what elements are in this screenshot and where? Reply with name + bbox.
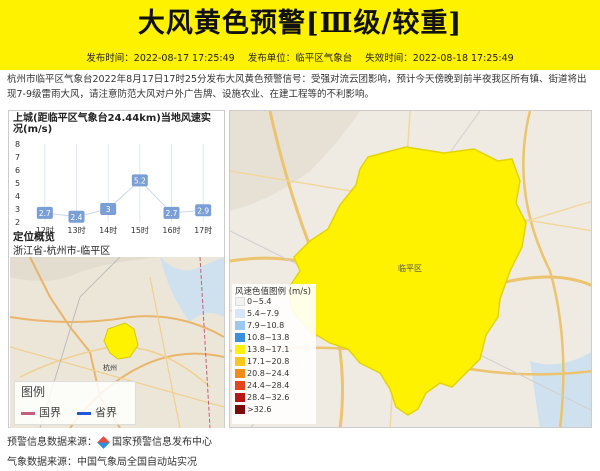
provincial-border-swatch: [77, 411, 91, 415]
left-panel: 上城(距临平区气象台24.44km)当地风速实况(m/s) 2 3 4 5 6 7 8 12时…: [8, 110, 225, 428]
y-tick-label: 7: [15, 153, 20, 162]
overview-map[interactable]: 杭州 图例 国界 省界: [10, 257, 224, 428]
speed-label: 5.4~7.9: [247, 309, 280, 318]
speed-label: 17.1~20.8: [247, 357, 290, 366]
x-tick-label: 17时: [194, 225, 212, 235]
y-tick-label: 4: [15, 192, 20, 201]
speed-swatch: [235, 357, 245, 366]
speed-legend-item: 24.4~28.4: [235, 380, 313, 391]
speed-label: 20.8~24.4: [247, 369, 290, 378]
wind-value-label: 5.2: [134, 176, 146, 185]
speed-legend-item: 10.8~13.8: [235, 332, 313, 343]
issue-time: 发布时间：2022-08-17 17:25:49: [86, 53, 235, 64]
y-tick-label: 6: [15, 166, 20, 175]
warning-meta-row: 发布时间：2022-08-17 17:25:49 发布单位：临平区气象台 失效时…: [0, 48, 600, 70]
warning-source-label: 预警信息数据来源：: [7, 437, 97, 448]
wind-value-label: 2.7: [39, 209, 51, 218]
legend-item-provincial-border: 省界: [77, 406, 117, 420]
speed-swatch: [235, 405, 245, 414]
speed-label: 24.4~28.4: [247, 381, 290, 390]
speed-swatch: [235, 309, 245, 318]
speed-legend-item: 7.9~10.8: [235, 320, 313, 331]
speed-label: 0~5.4: [247, 297, 272, 306]
overview-map-legend: 图例 国界 省界: [14, 381, 136, 425]
wind-chart-title: 上城(距临平区气象台24.44km)当地风速实况(m/s): [13, 113, 211, 135]
speed-label: 13.8~17.1: [247, 345, 290, 354]
wind-value-label: 2.7: [166, 209, 178, 218]
speed-label: 10.8~13.8: [247, 333, 290, 342]
speed-legend-item: >32.6: [235, 404, 313, 415]
speed-swatch: [235, 393, 245, 402]
speed-swatch: [235, 333, 245, 342]
release-center-logo-icon: [97, 435, 110, 449]
speed-legend-item: 0~5.4: [235, 296, 313, 307]
speed-swatch: [235, 345, 245, 354]
speed-label: >32.6: [247, 405, 272, 414]
wind-speed-legend: 风速色值图例 (m/s) 0~5.4 5.4~7.9 7.9~10.8 10.8…: [232, 284, 316, 424]
expire-time: 失效时间：2022-08-18 17:25:49: [365, 53, 514, 64]
overview-legend-title: 图例: [21, 385, 46, 399]
speed-legend-item: 17.1~20.8: [235, 356, 313, 367]
speed-label: 28.4~32.6: [247, 393, 290, 402]
speed-swatch: [235, 321, 245, 330]
speed-swatch: [235, 369, 245, 378]
issuer: 发布单位：临平区气象台: [247, 53, 353, 64]
national-border-label: 国界: [39, 406, 61, 419]
x-tick-label: 16时: [162, 225, 180, 235]
speed-label: 7.9~10.8: [247, 321, 285, 330]
y-tick-label: 8: [15, 140, 20, 149]
speed-legend-item: 28.4~32.6: [235, 392, 313, 403]
weather-source-line: 气象数据来源：中国气象局全国自动站实况: [7, 457, 197, 468]
provincial-border-label: 省界: [95, 406, 117, 419]
warning-source-line: 预警信息数据来源： 国家预警信息发布中心: [7, 433, 212, 449]
y-tick-label: 3: [15, 205, 20, 214]
map-place-label: 临平区: [398, 263, 422, 273]
x-tick-label: 15时: [131, 225, 149, 235]
page-title: 大风黄色预警[Ⅲ级/较重]: [137, 8, 463, 39]
wind-value-label: 3: [106, 205, 111, 214]
wind-value-label: 2.4: [71, 213, 83, 222]
overview-place-label: 杭州: [103, 363, 117, 372]
warning-source-name: 国家预警信息发布中心: [112, 437, 212, 448]
speed-swatch: [235, 381, 245, 390]
x-tick-label: 13时: [67, 225, 85, 235]
speed-legend-item: 5.4~7.9: [235, 308, 313, 319]
speed-legend-item: 20.8~24.4: [235, 368, 313, 379]
x-tick-label: 14时: [99, 225, 117, 235]
warning-area-map[interactable]: 临平区 风速色值图例 (m/s) 0~5.4 5.4~7.9 7.9~10.8 …: [229, 110, 592, 428]
legend-item-national-border: 国界: [21, 406, 61, 420]
title-banner: 大风黄色预警[Ⅲ级/较重]: [0, 0, 600, 48]
wind-value-label: 2.9: [197, 206, 209, 215]
national-border-swatch: [21, 411, 35, 415]
warning-description: 杭州市临平区气象台2022年8月17日17时25分发布大风黄色预警信号：受强对流…: [7, 74, 587, 100]
location-region: 浙江省-杭州市-临平区: [13, 246, 111, 257]
y-tick-label: 5: [15, 179, 20, 188]
wind-speed-chart: 234567812时 13时 14时 15时 16时 17时2.7 2.435.22.7 2.…: [15, 140, 212, 235]
y-tick-label: 2: [15, 218, 20, 227]
speed-legend-item: 13.8~17.1: [235, 344, 313, 355]
speed-swatch: [235, 297, 245, 306]
